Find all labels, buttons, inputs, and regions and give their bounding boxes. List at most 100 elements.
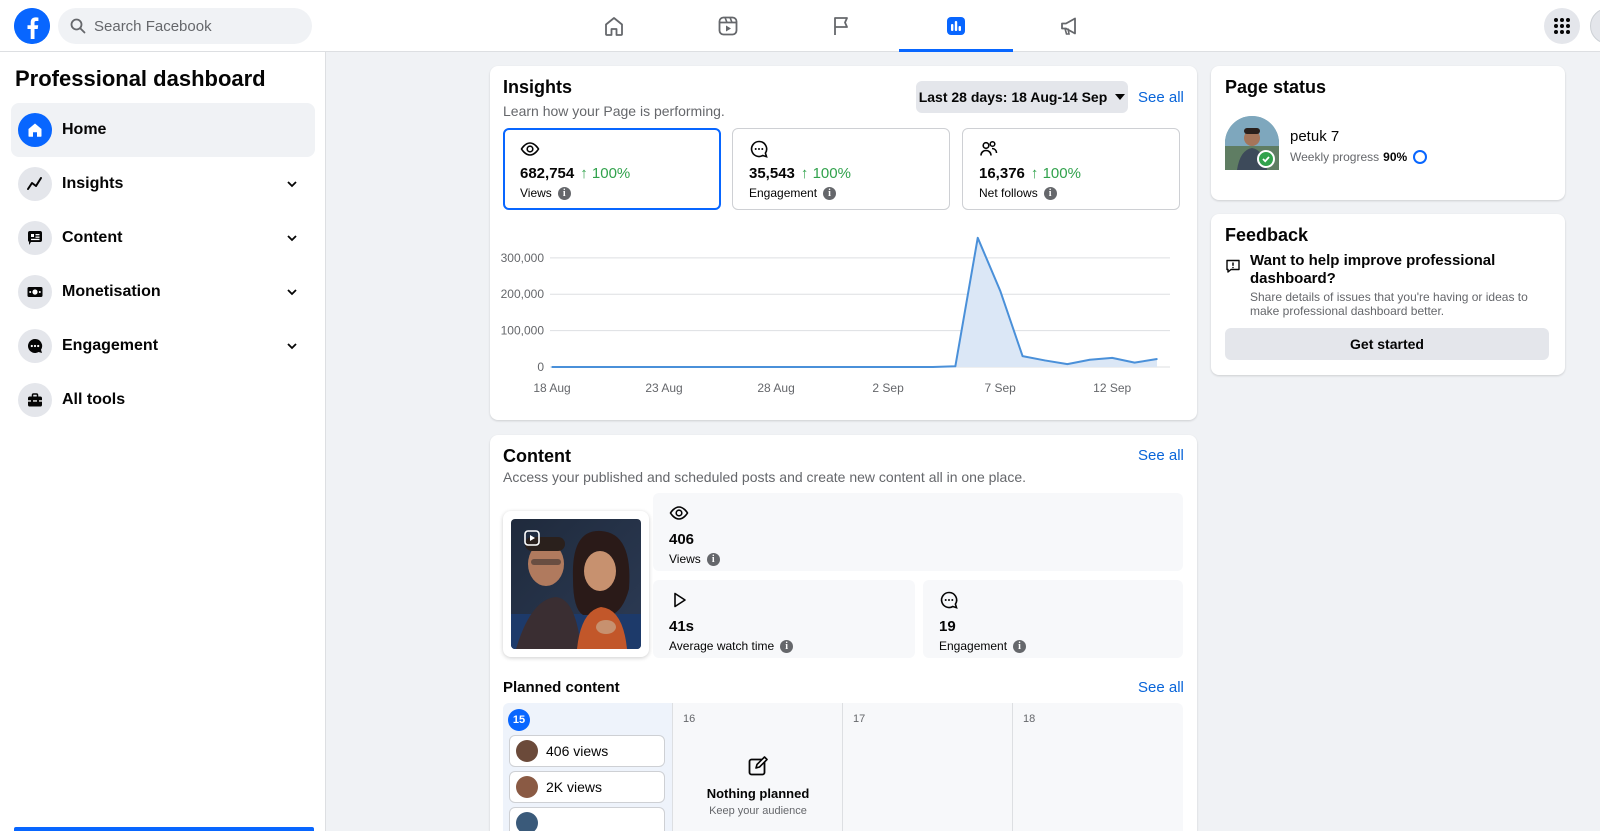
planned-content-calendar: 15 406 views 2K views 16 Nothing planned… (503, 703, 1183, 831)
home-icon-badge (18, 113, 52, 147)
sidebar-item-insights[interactable]: Insights (11, 157, 315, 211)
engagement-icon (27, 338, 43, 353)
planned-post-item[interactable]: 2K views (509, 771, 665, 803)
date-range-dropdown[interactable]: Last 28 days: 18 Aug-14 Sep (916, 81, 1128, 113)
planned-post-item[interactable]: 406 views (509, 735, 665, 767)
nav-tab-video[interactable] (671, 0, 785, 52)
toolbox-icon-badge (18, 383, 52, 417)
calendar-day-column[interactable]: 15 406 views 2K views (503, 703, 673, 831)
info-icon[interactable]: i (1043, 186, 1057, 200)
calendar-day-column[interactable]: 18 (1013, 703, 1183, 831)
chart-point (573, 366, 576, 368)
chart-point (820, 366, 822, 368)
metric-label: Views (520, 186, 552, 200)
stat-value: 19 (939, 618, 956, 635)
chart-point (1088, 358, 1091, 361)
sidebar-item-home[interactable]: Home (11, 103, 315, 157)
metric-value: 16,376 (979, 165, 1025, 182)
insights-subtitle: Learn how your Page is performing. (503, 103, 725, 119)
metric-views-card[interactable]: 682,754 ↑ 100% Views i (503, 128, 721, 210)
chevron-down-icon (287, 343, 297, 350)
metric-value: 682,754 (520, 165, 575, 182)
info-icon[interactable]: i (557, 186, 571, 200)
calendar-day-column[interactable]: 17 (843, 703, 1013, 831)
search-bar[interactable] (58, 8, 312, 44)
calendar-day-number: 17 (853, 713, 866, 725)
sidebar-title: Professional dashboard (15, 66, 266, 91)
stat-value: 406 (669, 531, 695, 548)
calendar-day-column[interactable]: 16 Nothing planned Keep your audience (673, 703, 843, 831)
search-icon (70, 18, 86, 34)
chat-bubble-icon (750, 140, 768, 158)
nothing-planned-title: Nothing planned (706, 786, 810, 801)
content-card: Content Access your published and schedu… (490, 435, 1197, 831)
content-icon (28, 231, 42, 245)
metric-change: ↑ 100% (1030, 165, 1081, 182)
facebook-logo-icon[interactable] (14, 8, 50, 44)
chart-point (797, 366, 800, 368)
insights-title: Insights (503, 77, 573, 97)
menu-grid-button[interactable] (1544, 8, 1580, 44)
chart-point (1156, 358, 1158, 360)
planned-post-item[interactable] (509, 807, 665, 831)
post-views-label: 2K views (546, 779, 603, 795)
chart-point (752, 366, 755, 368)
info-icon[interactable]: i (780, 639, 794, 653)
account-avatar[interactable] (1590, 8, 1600, 44)
sidebar-item-monetisation[interactable]: Monetisation (11, 265, 315, 319)
chevron-down-icon (287, 289, 297, 296)
nav-tab-pages[interactable] (785, 0, 899, 52)
page-name[interactable]: petuk 7 (1290, 128, 1339, 145)
metric-engagement-card[interactable]: 35,543 ↑ 100% Engagement i (732, 128, 950, 210)
chat-bubble-icon (940, 591, 958, 609)
nav-tab-home[interactable] (557, 0, 671, 52)
chart-y-tick-label: 0 (537, 360, 544, 374)
home-icon (28, 123, 42, 137)
chart-x-tick-label: 28 Aug (757, 381, 794, 395)
sidebar-item-engagement[interactable]: Engagement (11, 319, 315, 373)
latest-reel-thumbnail[interactable] (503, 511, 649, 657)
nav-tab-ads[interactable] (1013, 0, 1127, 52)
sidebar-item-label: Engagement (62, 337, 159, 354)
nothing-planned-placeholder[interactable]: Nothing planned Keep your audience (673, 755, 843, 817)
sidebar-item-all-tools[interactable]: All tools (11, 373, 315, 427)
search-input[interactable] (94, 17, 294, 35)
eye-icon (669, 506, 689, 520)
chart-point (551, 366, 553, 368)
money-icon (27, 287, 43, 297)
content-title: Content (503, 446, 571, 466)
sidebar-item-content[interactable]: Content (11, 211, 315, 265)
sidebar-item-label: Monetisation (62, 283, 161, 300)
sidebar-item-label: Insights (62, 175, 124, 192)
chart-point (1021, 355, 1024, 357)
engagement-icon-badge (18, 329, 52, 363)
nav-tab-insights[interactable] (899, 0, 1013, 52)
stat-label: Views (669, 552, 701, 566)
insights-see-all-link[interactable]: See all (1138, 89, 1184, 106)
chart-x-tick-label: 2 Sep (872, 381, 904, 395)
get-started-button[interactable]: Get started (1225, 328, 1549, 360)
date-range-label: Last 28 days: 18 Aug-14 Sep (918, 89, 1108, 105)
chart-y-tick-label: 100,000 (501, 324, 545, 338)
planned-see-all-link[interactable]: See all (1138, 679, 1184, 696)
insights-icon (27, 177, 42, 190)
home-icon (605, 17, 623, 36)
chart-point (842, 366, 845, 368)
chart-x-tick-label: 23 Aug (645, 381, 682, 395)
post-avatar (516, 812, 538, 831)
stat-value: 41s (669, 618, 695, 635)
chart-point (887, 366, 889, 368)
info-icon[interactable]: i (706, 552, 720, 566)
stat-label: Engagement (939, 639, 1008, 653)
grid-icon (1554, 18, 1570, 34)
info-icon[interactable]: i (1013, 639, 1027, 653)
chart-y-tick-label: 200,000 (501, 287, 545, 301)
chart-point (663, 366, 665, 368)
content-see-all-link[interactable]: See all (1138, 447, 1184, 464)
metric-change-value: 100% (812, 165, 851, 182)
metric-change: ↑ 100% (580, 165, 631, 182)
weekly-progress-value: 90% (1383, 150, 1408, 164)
money-icon-badge (18, 275, 52, 309)
info-icon[interactable]: i (823, 186, 837, 200)
metric-net-follows-card[interactable]: 16,376 ↑ 100% Net follows i (962, 128, 1180, 210)
